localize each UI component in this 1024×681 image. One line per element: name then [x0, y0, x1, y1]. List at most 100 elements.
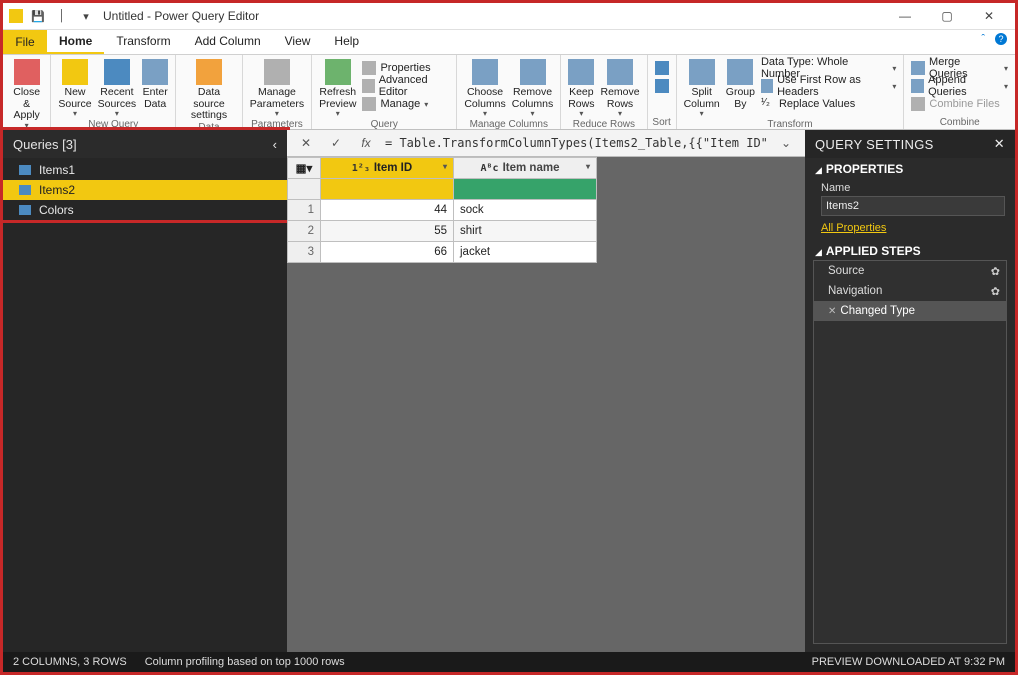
formula-bar: ✕ ✓ fx = Table.TransformColumnTypes(Item… [287, 130, 805, 157]
gear-icon[interactable]: ✿ [991, 285, 1000, 298]
status-preview-time: PREVIEW DOWNLOADED AT 9:32 PM [812, 656, 1005, 668]
query-item-items1[interactable]: Items1 [3, 160, 287, 180]
column-header-item-name[interactable]: AᴮcItem name▾ [454, 158, 597, 179]
maximize-button[interactable]: ▢ [935, 9, 959, 23]
expand-formula-icon[interactable]: ⌄ [775, 136, 797, 150]
minimize-button[interactable]: — [893, 9, 917, 23]
delete-step-icon[interactable]: ✕ [828, 306, 836, 317]
main-area: Queries [3] ‹ Items1 Items2 Colors ✕ ✓ f… [3, 130, 1015, 652]
cancel-formula-icon[interactable]: ✕ [295, 136, 317, 150]
data-source-settings-button[interactable]: Data sourcesettings [180, 57, 238, 122]
queries-list: Items1 Items2 Colors [3, 158, 287, 220]
help-icon[interactable]: ? [995, 33, 1007, 45]
formula-input[interactable]: = Table.TransformColumnTypes(Items2_Tabl… [385, 136, 767, 150]
all-properties-link[interactable]: All Properties [805, 220, 1015, 240]
close-settings-icon[interactable]: ✕ [994, 136, 1005, 152]
combine-files-button[interactable]: Combine Files [908, 95, 1011, 113]
ribbon-collapse-icon[interactable]: ˆ [981, 33, 985, 45]
row-header[interactable]: 3 [288, 242, 321, 263]
sort-desc-button[interactable] [652, 77, 672, 95]
column-filter-icon[interactable]: ▾ [580, 162, 590, 171]
name-input[interactable]: Items2 [821, 196, 1005, 216]
recent-sources-icon [104, 59, 130, 85]
refresh-preview-button[interactable]: RefreshPreview [316, 57, 359, 119]
cell[interactable]: sock [454, 200, 597, 221]
cell[interactable]: 55 [321, 221, 454, 242]
close-button[interactable]: ✕ [977, 9, 1001, 23]
remove-columns-button[interactable]: RemoveColumns [509, 57, 556, 119]
query-item-colors[interactable]: Colors [3, 200, 287, 220]
advanced-editor-button[interactable]: Advanced Editor [359, 77, 452, 95]
window-title: Untitled - Power Query Editor [95, 9, 893, 23]
append-queries-button[interactable]: Append Queries [908, 77, 1011, 95]
app-icon [9, 9, 23, 23]
query-settings-panel: QUERY SETTINGS ✕ ◢PROPERTIES Name Items2… [805, 130, 1015, 652]
manage-icon [362, 97, 376, 111]
replace-values-button[interactable]: ¹⁄₂Replace Values [758, 95, 899, 113]
gear-icon[interactable]: ✿ [991, 265, 1000, 278]
tab-file[interactable]: File [3, 30, 47, 54]
enter-data-button[interactable]: EnterData [139, 57, 171, 110]
separator-icon: │ [53, 7, 71, 25]
manage-parameters-button[interactable]: ManageParameters [247, 57, 307, 119]
step-source[interactable]: Source✿ [814, 261, 1006, 281]
step-changed-type[interactable]: ✕Changed Type [814, 301, 1006, 321]
combine-files-icon [911, 97, 925, 111]
collapse-queries-icon[interactable]: ‹ [273, 137, 277, 152]
cell[interactable]: shirt [454, 221, 597, 242]
qat-dropdown-icon[interactable]: ▾ [77, 7, 95, 25]
keep-rows-icon [568, 59, 594, 85]
data-grid: ▦▾ 1²₃Item ID▾ AᴮcItem name▾ 144sock 255… [287, 157, 597, 263]
column-header-item-id[interactable]: 1²₃Item ID▾ [321, 158, 454, 179]
sort-asc-icon [655, 61, 669, 75]
properties-section[interactable]: ◢PROPERTIES [805, 158, 1015, 178]
grid-corner[interactable]: ▦▾ [288, 158, 321, 179]
group-sort-label: Sort [652, 117, 672, 129]
keep-rows-button[interactable]: KeepRows [565, 57, 597, 119]
row-header[interactable]: 1 [288, 200, 321, 221]
advanced-editor-icon [362, 79, 374, 93]
merge-icon [911, 61, 925, 75]
first-row-headers-button[interactable]: Use First Row as Headers [758, 77, 899, 95]
settings-header: QUERY SETTINGS [815, 137, 934, 152]
choose-columns-button[interactable]: ChooseColumns [461, 57, 508, 119]
group-by-button[interactable]: GroupBy [723, 57, 758, 110]
tab-add-column[interactable]: Add Column [183, 30, 273, 54]
remove-rows-button[interactable]: RemoveRows [597, 57, 642, 119]
remove-rows-icon [607, 59, 633, 85]
applied-steps-section[interactable]: ◢APPLIED STEPS [805, 240, 1015, 260]
type-icon: 1²₃ [352, 163, 374, 174]
step-navigation[interactable]: Navigation✿ [814, 281, 1006, 301]
type-icon: Aᴮc [481, 163, 503, 174]
save-icon[interactable]: 💾 [29, 7, 47, 25]
tab-transform[interactable]: Transform [104, 30, 182, 54]
close-apply-button[interactable]: Close &Apply [7, 57, 46, 130]
row-header[interactable]: 2 [288, 221, 321, 242]
new-source-icon [62, 59, 88, 85]
commit-formula-icon[interactable]: ✓ [325, 136, 347, 150]
recent-sources-button[interactable]: RecentSources [95, 57, 140, 119]
cell[interactable]: 66 [321, 242, 454, 263]
fx-icon[interactable]: fx [355, 136, 377, 150]
sort-desc-icon [655, 79, 669, 93]
name-label: Name [805, 178, 1015, 196]
query-item-items2[interactable]: Items2 [3, 180, 287, 200]
manage-button[interactable]: Manage [359, 95, 452, 113]
cell[interactable]: jacket [454, 242, 597, 263]
tab-view[interactable]: View [273, 30, 323, 54]
new-source-button[interactable]: NewSource [55, 57, 94, 119]
status-bar: 2 COLUMNS, 3 ROWS Column profiling based… [3, 652, 1015, 672]
append-icon [911, 79, 924, 93]
cell[interactable]: 44 [321, 200, 454, 221]
table-icon [19, 185, 31, 195]
properties-icon [362, 61, 376, 75]
split-column-icon [689, 59, 715, 85]
tab-help[interactable]: Help [322, 30, 371, 54]
column-filter-icon[interactable]: ▾ [437, 162, 447, 171]
split-column-button[interactable]: SplitColumn [681, 57, 723, 119]
tab-home[interactable]: Home [47, 30, 104, 54]
status-profiling[interactable]: Column profiling based on top 1000 rows [145, 656, 345, 668]
enter-data-icon [142, 59, 168, 85]
choose-columns-icon [472, 59, 498, 85]
sort-asc-button[interactable] [652, 59, 672, 77]
